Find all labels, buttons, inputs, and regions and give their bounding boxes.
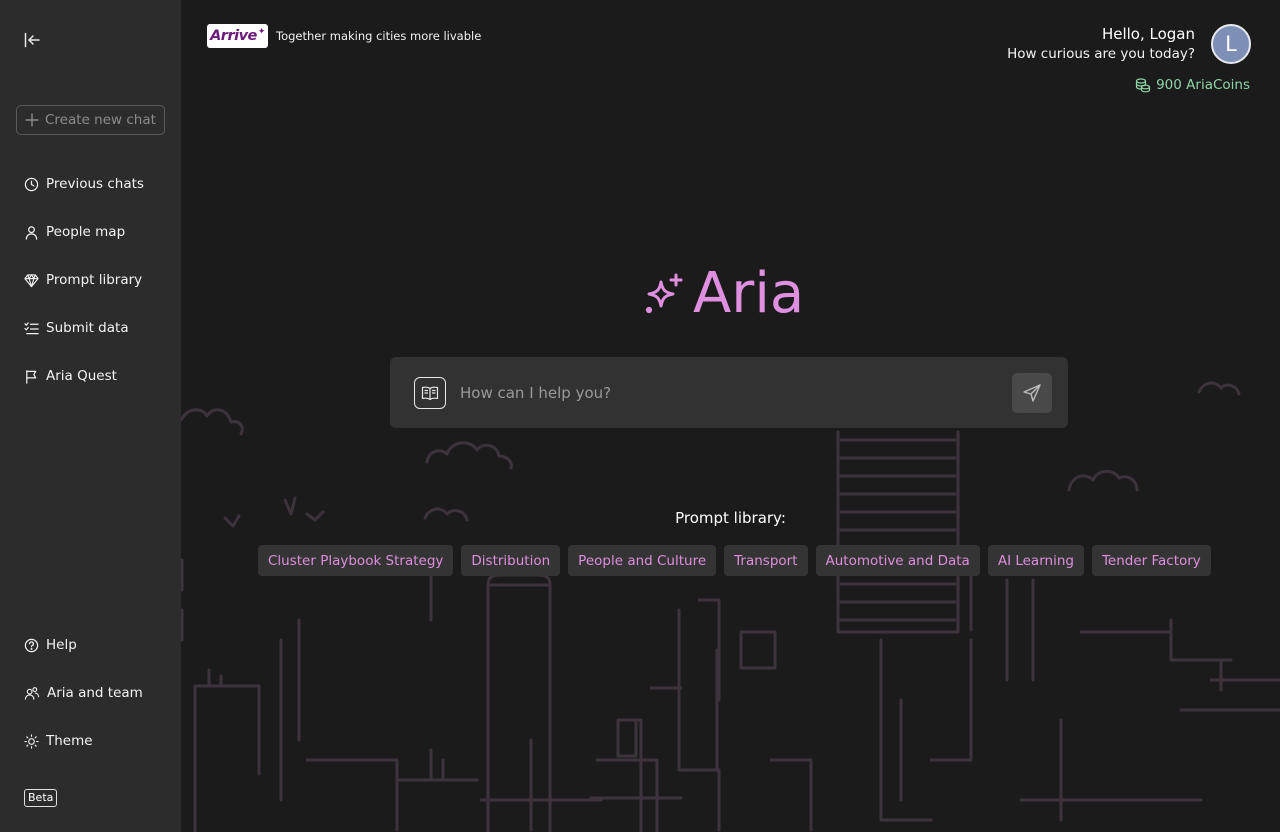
sidebar-item-previous-chats[interactable]: Previous chats — [24, 172, 144, 196]
logo-sparkle-icon: ✦ — [257, 27, 266, 37]
sidebar-item-label: Aria and team — [47, 685, 143, 701]
coins-icon — [1135, 77, 1151, 92]
plus-icon — [25, 113, 39, 127]
person-icon — [25, 225, 38, 240]
coins-label: 900 AriaCoins — [1156, 77, 1250, 93]
chat-box — [390, 357, 1068, 428]
prompt-chip[interactable]: Transport — [724, 545, 808, 576]
prompt-chip[interactable]: People and Culture — [568, 545, 717, 576]
diamond-icon — [24, 273, 39, 287]
team-icon — [24, 686, 40, 700]
sidebar-item-label: Aria Quest — [46, 368, 117, 384]
sidebar-item-theme[interactable]: Theme — [24, 729, 143, 753]
sidebar-bottom-nav: Help Aria and team Theme — [24, 633, 143, 777]
collapse-sidebar-icon[interactable] — [22, 30, 42, 50]
sidebar-item-aria-quest[interactable]: Aria Quest — [24, 364, 144, 388]
sidebar-item-label: Prompt library — [46, 272, 143, 288]
main-area: Arrive ✦ Together making cities more liv… — [181, 0, 1280, 832]
brand-name: Aria — [693, 261, 805, 326]
send-icon — [1023, 384, 1041, 402]
help-icon — [24, 638, 39, 652]
send-button[interactable] — [1012, 373, 1052, 413]
prompt-library-title: Prompt library: — [675, 509, 786, 527]
prompt-chip[interactable]: AI Learning — [987, 545, 1084, 576]
checklist-icon — [24, 321, 39, 334]
logo-text: Arrive — [210, 28, 257, 44]
prompt-chip[interactable]: Tender Factory — [1091, 545, 1211, 576]
create-new-chat-label: Create new chat — [45, 112, 156, 128]
sidebar-item-submit-data[interactable]: Submit data — [24, 316, 144, 340]
clock-icon — [24, 177, 39, 191]
sparkle-icon — [645, 273, 683, 314]
sidebar-item-label: Help — [46, 637, 77, 653]
sidebar-item-people-map[interactable]: People map — [24, 220, 144, 244]
sidebar: Create new chat Previous chats People ma… — [0, 0, 181, 832]
sun-icon — [24, 733, 39, 749]
arrive-logo: Arrive ✦ — [207, 24, 268, 48]
prompt-chip[interactable]: Cluster Playbook Strategy — [258, 545, 454, 576]
prompt-chip[interactable]: Distribution — [461, 545, 561, 576]
sidebar-item-label: People map — [46, 224, 126, 240]
sidebar-item-label: Theme — [46, 733, 93, 749]
tagline: Together making cities more livable — [276, 29, 482, 43]
prompt-chip[interactable]: Automotive and Data — [815, 545, 980, 576]
create-new-chat-button[interactable]: Create new chat — [16, 105, 165, 135]
prompt-library-chips: Cluster Playbook Strategy Distribution P… — [258, 545, 1211, 576]
prompt-book-button[interactable] — [414, 377, 446, 409]
aria-coins-balance[interactable]: 900 AriaCoins — [1135, 77, 1250, 93]
aria-brand: Aria — [643, 262, 804, 326]
sidebar-item-prompt-library[interactable]: Prompt library — [24, 268, 144, 292]
chat-input[interactable] — [460, 379, 990, 407]
book-icon — [421, 386, 439, 401]
flag-icon — [26, 369, 37, 384]
greeting: Hello, Logan How curious are you today? — [1007, 24, 1195, 64]
sidebar-item-label: Previous chats — [46, 176, 144, 192]
sidebar-nav: Previous chats People map Prompt library… — [24, 172, 144, 412]
beta-badge: Beta — [24, 789, 58, 807]
sidebar-item-help[interactable]: Help — [24, 633, 143, 657]
sidebar-item-label: Submit data — [46, 320, 129, 336]
greeting-subtitle: How curious are you today? — [1007, 46, 1195, 62]
sidebar-item-aria-and-team[interactable]: Aria and team — [24, 681, 143, 705]
avatar[interactable]: L — [1211, 24, 1251, 64]
greeting-title: Hello, Logan — [1101, 25, 1195, 43]
